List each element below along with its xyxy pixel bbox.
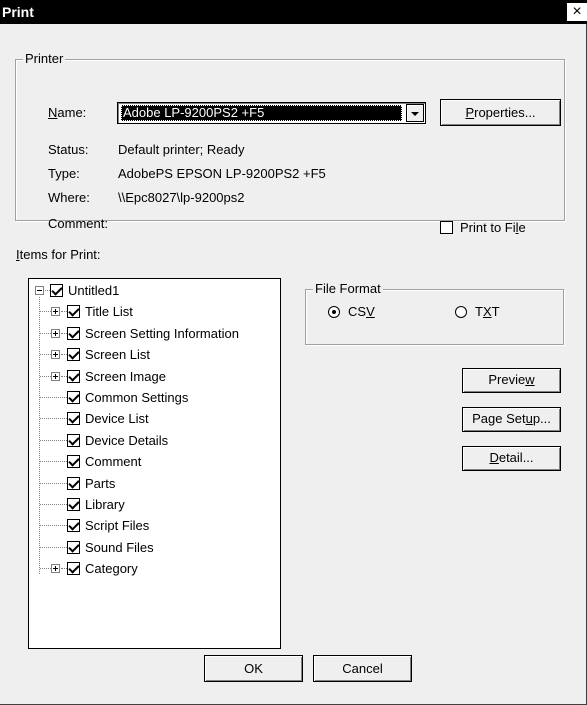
status-label: Status:	[48, 142, 89, 157]
root-checkbox[interactable]	[50, 284, 63, 297]
title-bar: Print ×	[0, 0, 587, 24]
name-label: Name:	[48, 105, 87, 120]
printer-group: Printer	[15, 51, 565, 221]
tree-item[interactable]: Screen Image	[29, 366, 279, 387]
csv-label[interactable]: CSV	[348, 304, 375, 320]
tree-item-label: Screen Setting Information	[85, 325, 239, 341]
tree-item-checkbox[interactable]	[67, 412, 80, 426]
where-value: \\Epc8027\lp-9200ps2	[118, 190, 245, 205]
tree-item-label: Sound Files	[85, 539, 154, 555]
tree-item-checkbox[interactable]	[67, 326, 80, 340]
tree-item[interactable]: Device List	[29, 408, 279, 429]
tree-item-checkbox[interactable]	[67, 391, 80, 404]
tree-item-label: Device Details	[85, 432, 169, 448]
print-to-file-checkbox[interactable]	[440, 221, 453, 234]
items-tree[interactable]: Untitled1 Title List Screen Setting Infor…	[28, 278, 281, 649]
tree-item-label: Parts	[85, 475, 116, 491]
tree-item[interactable]: Screen Setting Information	[29, 323, 279, 344]
tree-item[interactable]: Library	[29, 494, 279, 515]
tree-item[interactable]: Sound Files	[29, 537, 279, 558]
tree-item-label: Title List	[85, 304, 133, 320]
csv-radio[interactable]	[328, 306, 340, 318]
where-label: Where:	[48, 190, 90, 205]
tree-root-label: Untitled1	[68, 283, 120, 298]
properties-button[interactable]: Properties...	[440, 99, 561, 126]
tree-item-checkbox[interactable]	[67, 498, 80, 511]
tree-item[interactable]: Category	[29, 558, 279, 579]
tree-item-label: Screen Image	[85, 368, 166, 384]
page-setup-button[interactable]: Page Setup...	[462, 407, 561, 432]
close-icon[interactable]: ×	[567, 3, 587, 21]
tree-item-label: Script Files	[85, 518, 150, 534]
txt-label[interactable]: TXT	[475, 304, 500, 320]
tree-item-label: Library	[85, 497, 125, 512]
dialog-title: Print	[2, 4, 34, 20]
tree-item-checkbox[interactable]	[67, 476, 80, 490]
tree-item-label: Screen List	[85, 347, 151, 363]
tree-item[interactable]: Title List	[29, 301, 279, 322]
tree-item-checkbox[interactable]	[67, 540, 80, 554]
file-format-legend: File Format	[313, 281, 383, 297]
print-dialog: Print × Printer Name: Adobe LP-9200PS2 +…	[0, 0, 587, 705]
type-label: Type:	[48, 166, 80, 181]
tree-item[interactable]: Comment	[29, 451, 279, 472]
printer-name-select[interactable]: Adobe LP-9200PS2 +F5	[117, 102, 426, 124]
tree-item-label: Comment	[85, 454, 142, 470]
preview-button[interactable]: Preview	[462, 368, 561, 393]
tree-item[interactable]: Parts	[29, 473, 279, 494]
tree-item[interactable]: Device Details	[29, 430, 279, 451]
tree-item[interactable]: Common Settings	[29, 387, 279, 408]
tree-item-label: Common Settings	[85, 390, 189, 405]
ok-button[interactable]: OK	[204, 655, 303, 682]
tree-item-checkbox[interactable]	[67, 433, 80, 447]
tree-root[interactable]: Untitled1	[29, 280, 279, 301]
detail-button[interactable]: Detail...	[462, 446, 561, 471]
printer-name-value: Adobe LP-9200PS2 +F5	[121, 105, 402, 121]
tree-item[interactable]: Screen List	[29, 344, 279, 365]
items-for-print-label: Items for Print:	[16, 247, 101, 262]
tree-item-checkbox[interactable]	[67, 348, 80, 362]
tree-item-label: Device List	[85, 411, 149, 427]
tree-item-checkbox[interactable]	[67, 305, 80, 319]
chevron-down-icon[interactable]	[406, 104, 424, 122]
print-to-file-label[interactable]: Print to File	[460, 220, 526, 236]
type-value: AdobePS EPSON LP-9200PS2 +F5	[118, 166, 326, 181]
file-format-group: File Format	[305, 281, 564, 345]
cancel-button[interactable]: Cancel	[313, 655, 412, 682]
tree-item-checkbox[interactable]	[67, 519, 80, 533]
tree-item-checkbox[interactable]	[67, 369, 80, 383]
comment-label: Comment:	[48, 216, 108, 231]
txt-radio[interactable]	[455, 306, 467, 318]
printer-group-legend: Printer	[23, 51, 66, 67]
tree-item[interactable]: Script Files	[29, 515, 279, 536]
tree-item-checkbox[interactable]	[67, 455, 80, 469]
status-value: Default printer; Ready	[118, 142, 245, 157]
tree-item-label: Category	[85, 561, 138, 577]
tree-item-checkbox[interactable]	[67, 562, 80, 576]
